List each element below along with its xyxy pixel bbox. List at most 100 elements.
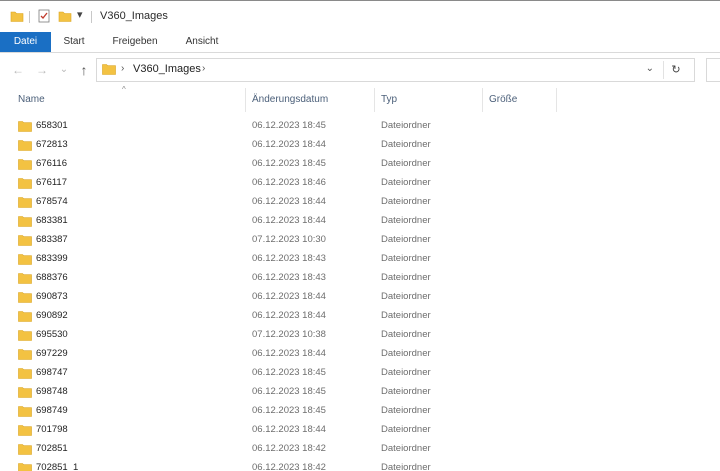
properties-icon[interactable]	[37, 9, 51, 23]
file-date: 06.12.2023 18:45	[252, 405, 326, 416]
file-type: Dateiordner	[381, 177, 431, 188]
file-row[interactable]: 676116 06.12.2023 18:45 Dateiordner	[0, 155, 720, 174]
sort-indicator-icon: ^	[122, 85, 126, 94]
file-name: 683381	[36, 215, 68, 226]
toolbar-separator	[91, 11, 92, 23]
file-row[interactable]: 697229 06.12.2023 18:44 Dateiordner	[0, 345, 720, 364]
folder-icon	[18, 235, 32, 246]
file-list: 658301 06.12.2023 18:45 Dateiordner 672813 0…	[0, 117, 720, 471]
file-date: 06.12.2023 18:44	[252, 139, 326, 150]
file-row[interactable]: 683399 06.12.2023 18:43 Dateiordner	[0, 250, 720, 269]
file-name: 695530	[36, 329, 68, 340]
file-type: Dateiordner	[381, 367, 431, 378]
file-explorer-window: ▾ V360_Images Datei Start Freigeben Ansi…	[0, 0, 720, 471]
folder-icon	[18, 273, 32, 284]
recent-locations-icon[interactable]: ⌄	[56, 62, 72, 78]
file-type: Dateiordner	[381, 329, 431, 340]
file-type: Dateiordner	[381, 272, 431, 283]
column-header-name[interactable]: Name	[18, 94, 45, 105]
file-type: Dateiordner	[381, 196, 431, 207]
breadcrumb-separator[interactable]: ›	[121, 63, 124, 74]
folder-icon	[18, 330, 32, 341]
file-row[interactable]: 702851_1 06.12.2023 18:42 Dateiordner	[0, 459, 720, 471]
tab-freigeben[interactable]: Freigeben	[104, 32, 166, 52]
folder-icon	[18, 425, 32, 436]
search-box[interactable]	[706, 58, 720, 82]
refresh-icon[interactable]: ↻	[663, 61, 688, 79]
file-type: Dateiordner	[381, 310, 431, 321]
breadcrumb-separator[interactable]: ›	[202, 63, 205, 74]
file-date: 06.12.2023 18:44	[252, 348, 326, 359]
file-row[interactable]: 676117 06.12.2023 18:46 Dateiordner	[0, 174, 720, 193]
file-name: 683399	[36, 253, 68, 264]
file-row[interactable]: 658301 06.12.2023 18:45 Dateiordner	[0, 117, 720, 136]
file-type: Dateiordner	[381, 291, 431, 302]
up-arrow-icon[interactable]: ↑	[76, 62, 92, 78]
column-divider[interactable]	[482, 88, 483, 112]
file-row[interactable]: 690873 06.12.2023 18:44 Dateiordner	[0, 288, 720, 307]
navigation-bar: ← → ⌄ ↑ › V360_Images › ⌄ ↻	[0, 53, 720, 87]
file-name: 676116	[36, 158, 67, 169]
file-row[interactable]: 688376 06.12.2023 18:43 Dateiordner	[0, 269, 720, 288]
folder-icon	[18, 121, 32, 132]
address-bar[interactable]: › V360_Images › ⌄ ↻	[96, 58, 695, 82]
folder-icon	[18, 292, 32, 303]
toolbar-separator	[29, 11, 30, 23]
column-divider[interactable]	[374, 88, 375, 112]
file-name: 672813	[36, 139, 68, 150]
folder-icon	[18, 254, 32, 265]
folder-icon[interactable]	[10, 9, 24, 23]
file-date: 06.12.2023 18:44	[252, 424, 326, 435]
file-row[interactable]: 698747 06.12.2023 18:45 Dateiordner	[0, 364, 720, 383]
file-name: 698747	[36, 367, 68, 378]
file-row[interactable]: 690892 06.12.2023 18:44 Dateiordner	[0, 307, 720, 326]
file-date: 06.12.2023 18:45	[252, 386, 326, 397]
file-name: 688376	[36, 272, 68, 283]
tab-datei[interactable]: Datei	[0, 32, 51, 52]
file-row[interactable]: 698748 06.12.2023 18:45 Dateiordner	[0, 383, 720, 402]
address-dropdown-icon[interactable]: ⌄	[646, 63, 654, 74]
file-row[interactable]: 702851 06.12.2023 18:42 Dateiordner	[0, 440, 720, 459]
file-name: 697229	[36, 348, 68, 359]
column-header-type[interactable]: Typ	[381, 94, 397, 105]
title-bar: ▾ V360_Images	[0, 0, 720, 32]
file-row[interactable]: 698749 06.12.2023 18:45 Dateiordner	[0, 402, 720, 421]
file-name: 678574	[36, 196, 68, 207]
file-row[interactable]: 678574 06.12.2023 18:44 Dateiordner	[0, 193, 720, 212]
file-date: 06.12.2023 18:43	[252, 253, 326, 264]
file-row[interactable]: 683381 06.12.2023 18:44 Dateiordner	[0, 212, 720, 231]
folder-icon	[18, 368, 32, 379]
tab-start[interactable]: Start	[56, 32, 92, 52]
file-date: 06.12.2023 18:45	[252, 120, 326, 131]
column-headers: ^ Name Änderungsdatum Typ Größe	[0, 85, 720, 112]
tab-ansicht[interactable]: Ansicht	[177, 32, 227, 52]
folder-icon	[18, 349, 32, 360]
file-row[interactable]: 701798 06.12.2023 18:44 Dateiordner	[0, 421, 720, 440]
file-type: Dateiordner	[381, 348, 431, 359]
file-date: 06.12.2023 18:45	[252, 367, 326, 378]
forward-arrow-icon[interactable]: →	[34, 62, 50, 78]
column-header-size[interactable]: Größe	[489, 94, 517, 105]
folder-icon	[18, 159, 32, 170]
new-folder-icon[interactable]	[58, 9, 72, 23]
file-date: 06.12.2023 18:42	[252, 443, 326, 454]
file-date: 06.12.2023 18:45	[252, 158, 326, 169]
file-name: 690873	[36, 291, 68, 302]
column-divider[interactable]	[245, 88, 246, 112]
file-row[interactable]: 672813 06.12.2023 18:44 Dateiordner	[0, 136, 720, 155]
folder-icon	[18, 387, 32, 398]
breadcrumb-current[interactable]: V360_Images	[133, 63, 201, 75]
file-row[interactable]: 683387 07.12.2023 10:30 Dateiordner	[0, 231, 720, 250]
back-arrow-icon[interactable]: ←	[10, 62, 26, 78]
file-name: 676117	[36, 177, 67, 188]
column-header-date[interactable]: Änderungsdatum	[252, 94, 328, 105]
file-row[interactable]: 695530 07.12.2023 10:38 Dateiordner	[0, 326, 720, 345]
file-date: 07.12.2023 10:30	[252, 234, 326, 245]
file-type: Dateiordner	[381, 158, 431, 169]
file-date: 06.12.2023 18:44	[252, 291, 326, 302]
folder-icon	[18, 216, 32, 227]
column-divider[interactable]	[556, 88, 557, 112]
file-date: 06.12.2023 18:44	[252, 215, 326, 226]
customize-toolbar-icon[interactable]: ▾	[77, 8, 83, 21]
file-name: 701798	[36, 424, 68, 435]
